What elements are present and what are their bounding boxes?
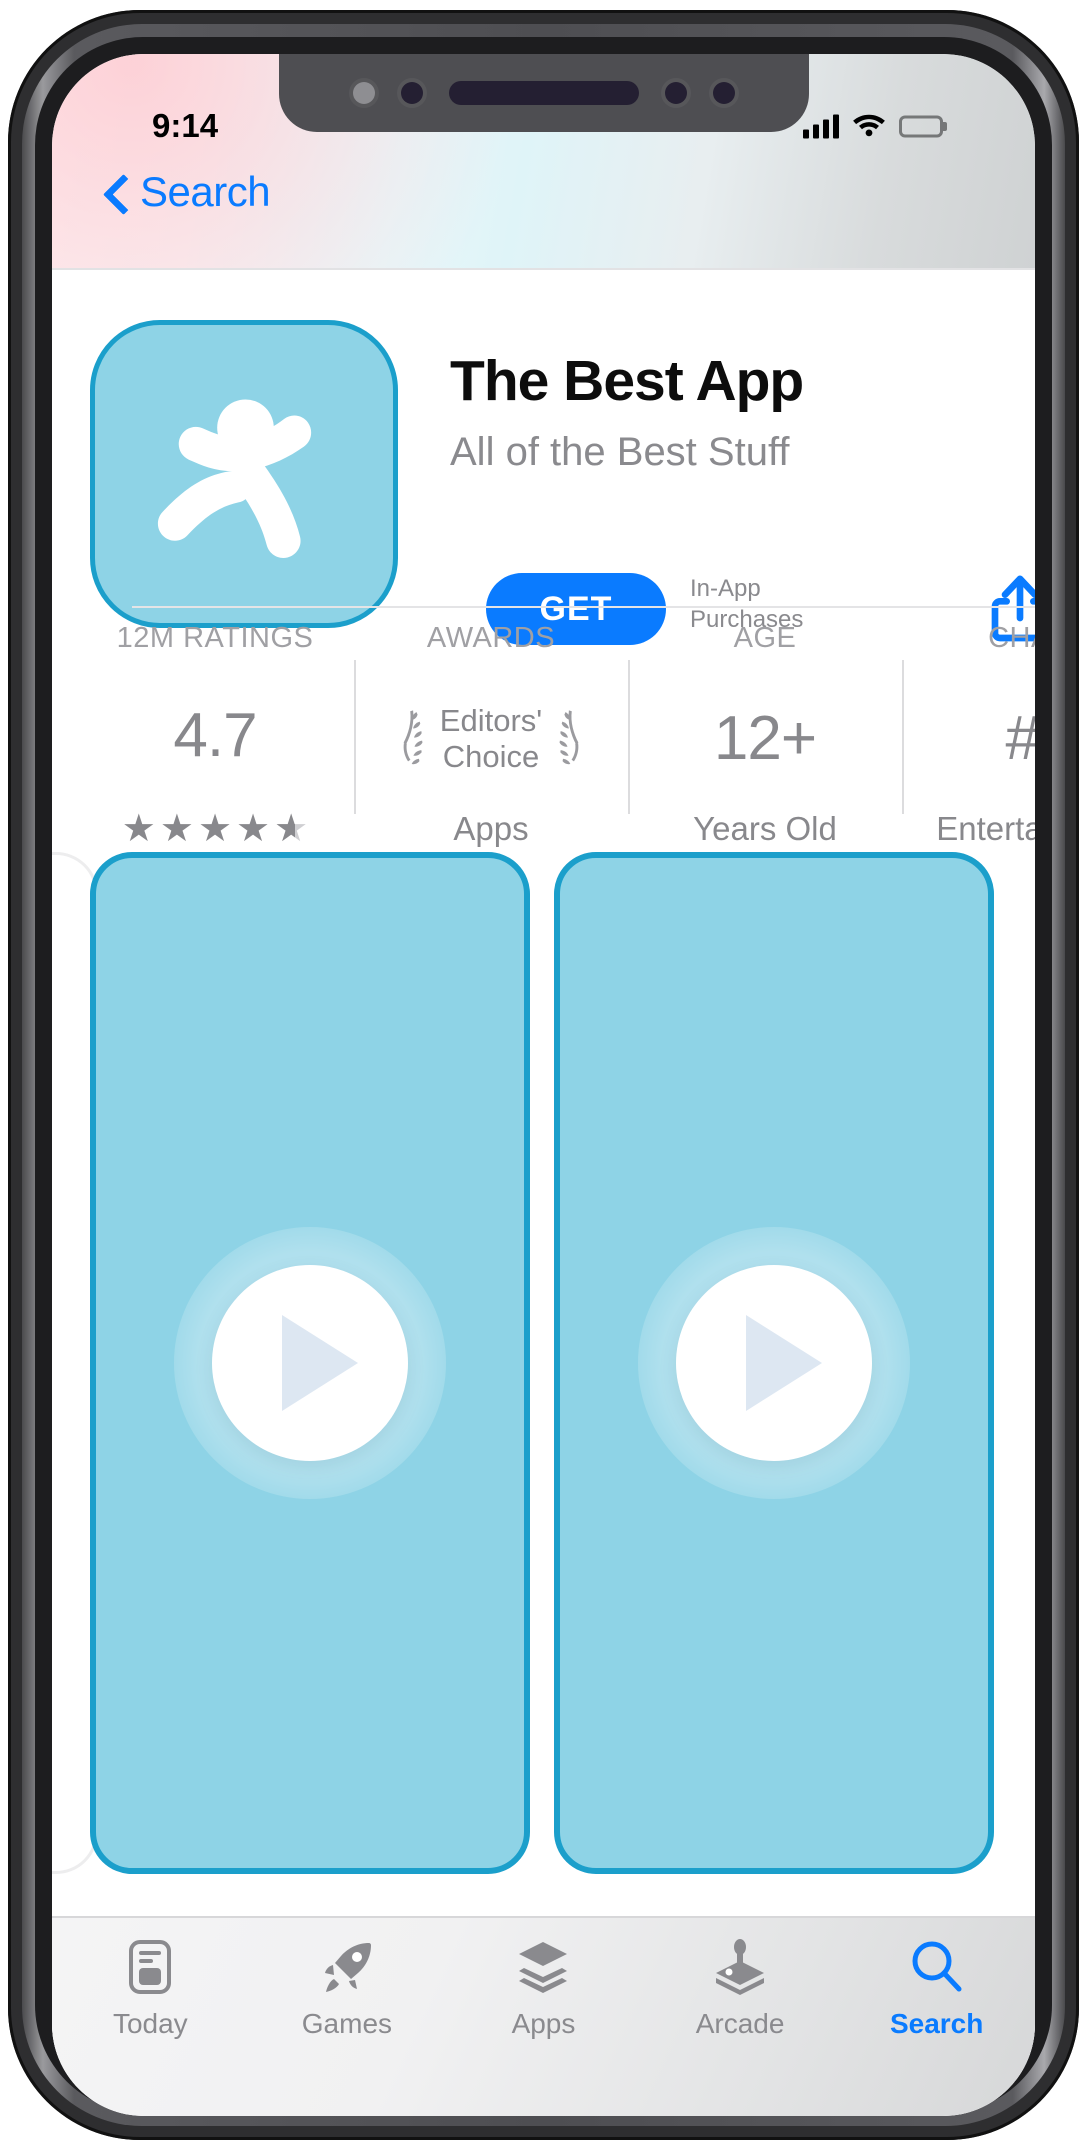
app-subtitle: All of the Best Stuff (450, 430, 790, 474)
stat-age-header: AGE (733, 622, 797, 654)
stat-awards-footer: Apps (453, 810, 529, 847)
device-notch (278, 54, 809, 132)
running-person-icon[interactable] (90, 320, 398, 628)
stat-age[interactable]: AGE 12+ Years Old (628, 608, 902, 848)
tab-today-label: Today (112, 2008, 188, 2039)
star-icon: ★ (236, 808, 271, 850)
tab-search[interactable]: Search (838, 1936, 1035, 2040)
stat-age-footer: Years Old (693, 810, 837, 847)
tab-games-label: Games (301, 2008, 393, 2039)
star-icon: ★ (197, 808, 233, 850)
rocket-icon (319, 1936, 375, 1998)
star-icon: ★ (159, 808, 194, 850)
tab-apps[interactable]: Apps (445, 1936, 642, 2040)
play-button[interactable] (638, 1227, 910, 1499)
screenshot-card-2[interactable] (554, 852, 994, 1874)
star-icon: ★ (121, 808, 156, 850)
stat-ratings-header: 12M RATINGS (116, 622, 314, 654)
play-button[interactable] (174, 1227, 446, 1499)
play-button-circle (676, 1265, 872, 1461)
phone-screen: Search 9:14 The Best App All of the Best… (52, 54, 1035, 2116)
editors-choice-label: Editors' Choice (439, 702, 543, 774)
tab-arcade-label: Arcade (695, 2008, 785, 2039)
stat-ratings-value: 4.7 (173, 700, 257, 770)
tab-today[interactable]: Today (52, 1936, 249, 2040)
screenshot-card-1[interactable] (90, 852, 530, 1874)
play-button-circle (212, 1265, 408, 1461)
stat-chart-footer: Entertainment (936, 810, 1035, 847)
laurel-wreath-icon (396, 707, 434, 771)
stat-chart[interactable]: CHART #2 Entertainment (902, 608, 1035, 848)
chevron-left-icon (104, 173, 126, 211)
stat-chart-header: CHART (988, 622, 1035, 654)
magnifier-icon (909, 1936, 965, 1998)
app-header: The Best App All of the Best Stuff GET I… (52, 268, 1035, 645)
notch-sensor-dot (352, 82, 375, 104)
stat-awards[interactable]: AWARDS Editors' Choice Apps (354, 608, 628, 848)
stat-awards-header: AWARDS (426, 622, 556, 654)
tab-apps-label: Apps (511, 2008, 576, 2039)
laurel-wreath-icon (548, 707, 586, 771)
app-detail-scroll-area[interactable]: The Best App All of the Best Stuff GET I… (52, 268, 1035, 2116)
stat-age-value: 12+ (713, 703, 817, 773)
joystick-icon (712, 1936, 768, 1998)
star-rating: ★ ★ ★ ★ ★ (122, 810, 308, 848)
play-icon (282, 1315, 358, 1411)
tab-arcade[interactable]: Arcade (642, 1936, 839, 2040)
today-document-icon (127, 1936, 173, 1998)
back-button[interactable]: Search (104, 168, 271, 216)
back-button-label: Search (140, 168, 271, 215)
notch-camera-dot (664, 82, 687, 104)
screenshot-carousel[interactable] (52, 852, 1035, 1912)
play-icon (746, 1315, 822, 1411)
stat-ratings[interactable]: 12M RATINGS 4.7 ★ ★ ★ ★ ★ (76, 608, 354, 848)
star-icon-partial: ★ (274, 810, 308, 848)
phone-device-frame: Search 9:14 The Best App All of the Best… (8, 10, 1079, 2140)
tab-games[interactable]: Games (249, 1936, 446, 2040)
stacked-layers-icon (515, 1936, 571, 1998)
tab-bar: Today Games Apps Arcade Search (52, 1916, 1035, 2116)
app-stats-row: 12M RATINGS 4.7 ★ ★ ★ ★ ★ AWARDS (52, 608, 1035, 848)
stat-chart-value: #2 (1006, 707, 1035, 770)
notch-sensor-dot (400, 82, 423, 104)
tab-search-label: Search (889, 2008, 984, 2039)
notch-speaker-grille (448, 81, 639, 105)
notch-sensor-dot (712, 82, 735, 104)
editors-choice-badge: Editors' Choice (396, 703, 586, 774)
app-title: The Best App (450, 349, 804, 413)
